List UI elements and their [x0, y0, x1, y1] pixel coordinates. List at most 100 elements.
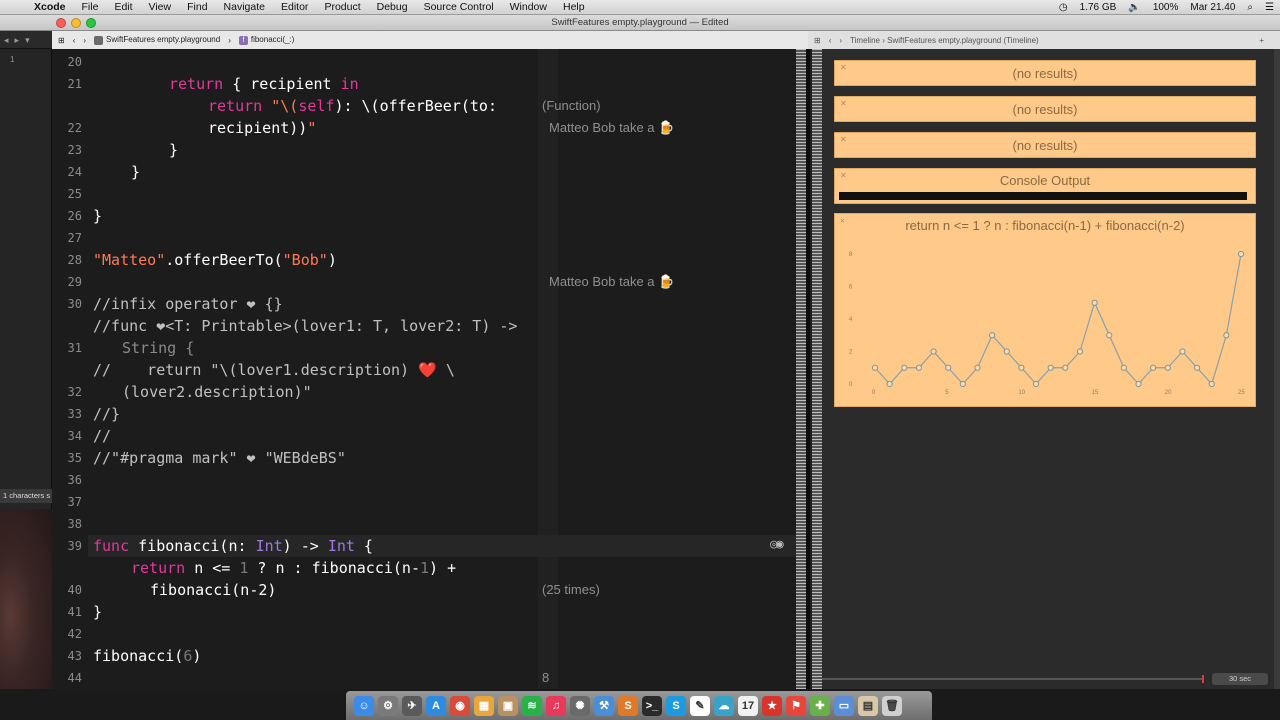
code-line-42[interactable]: fibonacci(6) 8 [52, 623, 796, 685]
code-line-29[interactable]: //infix operator ❤ {} [52, 271, 796, 313]
flag-app-icon[interactable]: ⚑ [786, 695, 806, 716]
forward-arrow-icon[interactable]: ▸ [15, 35, 20, 46]
assistant-related-icon[interactable]: ⊞ [814, 36, 821, 45]
timeline-duration-field[interactable]: 30 sec [1212, 673, 1268, 685]
sublime-icon[interactable]: S [618, 695, 638, 716]
console-output-box[interactable]: ✕ Console Output [834, 168, 1256, 204]
back-arrow-icon[interactable]: ◂ [4, 35, 9, 46]
terminal-icon[interactable]: >_ [642, 695, 662, 716]
code-line-27[interactable]: "Matteo".offerBeerTo("Bob") Matteo Bob t… [52, 227, 796, 289]
data-point[interactable] [1120, 364, 1127, 371]
clock[interactable]: Mar 21.40 [1190, 2, 1235, 13]
data-point[interactable] [1106, 332, 1113, 339]
code-line-31[interactable]: // return "\(lover1.description) ❤️ \ [52, 337, 796, 379]
nav-forward-icon[interactable]: › [83, 36, 86, 45]
data-point[interactable] [901, 364, 908, 371]
data-point[interactable] [1193, 364, 1201, 371]
data-point[interactable] [1237, 250, 1245, 258]
result-box-1[interactable]: ✕ (no results) [834, 60, 1256, 86]
spotlight-icon[interactable]: ⌕ [1247, 2, 1253, 13]
data-point[interactable] [1223, 332, 1230, 339]
data-point[interactable] [1032, 380, 1040, 388]
data-point[interactable] [989, 332, 996, 339]
code-line-20[interactable]: return { recipient in (Function) [52, 51, 796, 113]
timeline-scrubber[interactable] [1202, 675, 1204, 683]
close-icon[interactable]: ✕ [840, 135, 847, 144]
menu-debug[interactable]: Debug [369, 0, 416, 15]
data-point[interactable] [1062, 364, 1069, 371]
finder-icon[interactable]: ☺ [354, 695, 374, 716]
editor-scrollbar[interactable] [796, 49, 806, 689]
close-icon[interactable]: ✕ [840, 63, 847, 72]
menu-help[interactable]: Help [555, 0, 593, 15]
result-box-2[interactable]: ✕ (no results) [834, 96, 1256, 122]
trash-icon[interactable]: 🗑 [882, 695, 902, 716]
assistant-forward-icon[interactable]: › [839, 36, 842, 45]
code-line-22[interactable]: } [52, 117, 796, 159]
memory-usage[interactable]: 1.76 GB [1080, 2, 1117, 13]
breadcrumb-symbol[interactable]: f fibonacci(_:) [238, 35, 294, 45]
data-point[interactable] [1047, 364, 1054, 371]
code-line-34[interactable]: //"#pragma mark" ❤ "WEBdeBS" [52, 425, 796, 467]
bookmark-app-icon[interactable]: ★ [762, 695, 782, 716]
data-point[interactable] [1164, 364, 1171, 371]
data-point[interactable] [1076, 348, 1084, 355]
spotify-icon[interactable]: ≋ [522, 695, 542, 716]
data-point[interactable] [1179, 348, 1186, 355]
data-point[interactable] [1018, 364, 1025, 371]
code-line-40[interactable]: } [52, 579, 796, 621]
add-editor-icon[interactable]: + [1259, 36, 1264, 45]
data-point[interactable] [1150, 364, 1157, 371]
code-line-33[interactable]: // [52, 403, 796, 445]
code-line-32[interactable]: //} [52, 381, 796, 423]
pane-divider[interactable] [806, 49, 810, 689]
timeline-slider[interactable]: 30 sec [822, 672, 1274, 686]
value-history-graph-box[interactable]: ✕ return n <= 1 ? n : fibonacci(n-1) + f… [834, 213, 1256, 407]
messages-icon[interactable]: ☁ [714, 695, 734, 716]
data-point[interactable] [871, 364, 879, 371]
colorful-app-icon[interactable]: ✚ [810, 695, 830, 716]
result-value-42[interactable]: 8 [542, 667, 549, 689]
menu-file[interactable]: File [74, 0, 107, 15]
code-line-31-wrap[interactable]: (lover2.description)" [52, 359, 796, 401]
photo-app-icon[interactable]: ✺ [570, 695, 590, 716]
menu-view[interactable]: View [141, 0, 180, 15]
assistant-back-icon[interactable]: ‹ [829, 36, 832, 45]
code-line-30-wrap[interactable]: String { [52, 315, 796, 357]
calendar-icon[interactable]: 17 [738, 695, 758, 716]
menu-window[interactable]: Window [502, 0, 555, 15]
menu-navigate[interactable]: Navigate [216, 0, 273, 15]
data-point[interactable] [886, 380, 893, 388]
related-items-icon[interactable]: ⊞ [58, 36, 65, 45]
launchpad-icon[interactable]: ✈ [402, 695, 422, 716]
data-point[interactable] [915, 364, 923, 371]
data-point[interactable] [1135, 380, 1142, 388]
menu-editor[interactable]: Editor [273, 0, 316, 15]
code-line-30[interactable]: //func ❤<T: Printable>(lover1: T, lover2… [52, 293, 796, 335]
menu-product[interactable]: Product [316, 0, 368, 15]
preview-icon[interactable]: ▣ [498, 695, 518, 716]
data-point[interactable] [1003, 348, 1010, 355]
data-point[interactable] [945, 364, 952, 371]
code-line-39-wrap[interactable]: fibonacci(n-2) [52, 557, 796, 599]
time-machine-icon[interactable]: ◷ [1059, 2, 1068, 13]
timeline-track[interactable] [822, 678, 1202, 680]
data-point[interactable] [930, 348, 937, 355]
paint-app-icon[interactable]: ✎ [690, 695, 710, 716]
breadcrumb-file[interactable]: SwiftFeatures empty.playground [94, 35, 220, 45]
chrome-icon[interactable]: ◉ [450, 695, 470, 716]
battery-percent[interactable]: 100% [1153, 2, 1179, 13]
chevron-down-icon[interactable]: ▾ [25, 35, 30, 46]
close-icon[interactable]: ✕ [840, 99, 847, 108]
documents-icon[interactable]: ▤ [858, 695, 878, 716]
folder-icon[interactable]: ▭ [834, 695, 854, 716]
nav-back-icon[interactable]: ‹ [73, 36, 76, 45]
menu-edit[interactable]: Edit [106, 0, 140, 15]
system-prefs-icon[interactable]: ⚙ [378, 695, 398, 716]
assistant-scrollbar[interactable] [812, 49, 822, 689]
source-editor[interactable]: 20 21 22 23 24 25 26 27 28 29 30 31 32 33 34 35 36 37 38 39… [52, 49, 796, 689]
itunes-icon[interactable]: ♫ [546, 695, 566, 716]
code-line-38[interactable]: func fibonacci(n: Int) -> Int { [52, 513, 796, 555]
assistant-breadcrumb[interactable]: Timeline › SwiftFeatures empty.playgroun… [850, 36, 1039, 45]
data-point[interactable] [959, 380, 966, 388]
